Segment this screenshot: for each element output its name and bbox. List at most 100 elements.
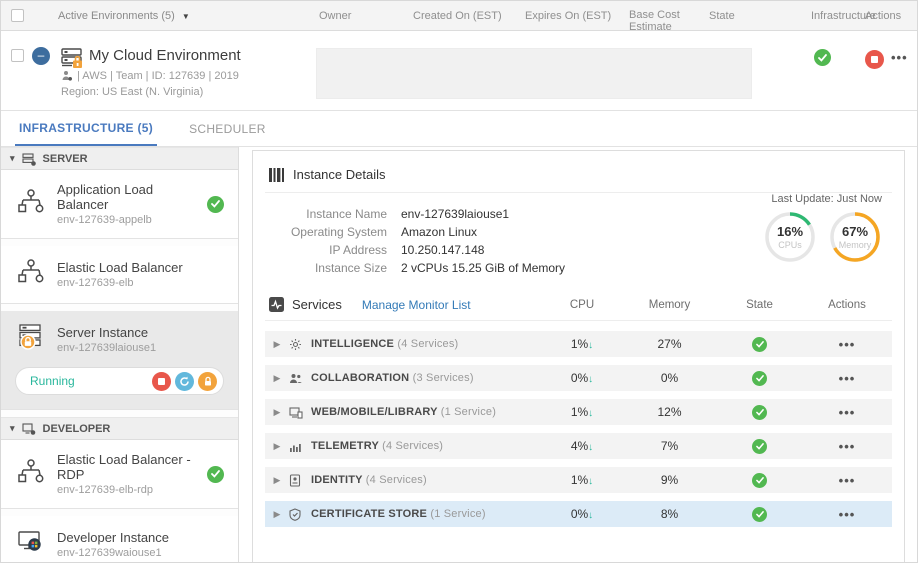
- service-more-actions-button[interactable]: •••: [839, 507, 856, 522]
- last-update-label: Last Update: Just Now: [763, 193, 882, 205]
- tab-bar: INFRASTRUCTURE (5) SCHEDULER: [1, 111, 917, 147]
- column-header-state: State: [709, 10, 735, 22]
- service-row-web-mobile-library[interactable]: ▶ WEB/MOBILE/LIBRARY (1 Service) 1%↓ 12%: [265, 399, 892, 425]
- sidebar-section-developer[interactable]: ▾ DEVELOPER: [1, 417, 238, 440]
- expand-row-icon[interactable]: ▶: [265, 509, 289, 520]
- monitor-summary: Last Update: Just Now 16% CPUs: [763, 193, 882, 264]
- people-icon: [289, 372, 311, 385]
- sidebar-item-id: env-127639laiouse1: [57, 342, 224, 354]
- service-more-actions-button[interactable]: •••: [839, 371, 856, 386]
- manage-monitor-list-link[interactable]: Manage Monitor List: [362, 298, 471, 312]
- trend-down-icon: ↓: [588, 442, 593, 453]
- service-row-identity[interactable]: ▶ IDENTITY (4 Services) 1%↓ 9% •: [265, 467, 892, 493]
- certificate-icon: [289, 508, 311, 521]
- services-column-actions: Actions: [802, 299, 892, 311]
- redacted-owner-block: [316, 48, 752, 99]
- server-instance-status-pill: Running: [15, 367, 224, 395]
- sidebar-item-elastic-load-balancer[interactable]: Elastic Load Balancer env-127639-elb: [1, 246, 238, 304]
- infrastructure-sidebar: ▾ SERVER: [1, 147, 239, 563]
- status-ok-icon: [752, 439, 767, 454]
- instance-details-title: Instance Details: [293, 167, 386, 182]
- environment-region: Region: US East (N. Virginia): [61, 86, 203, 98]
- sidebar-item-name: Developer Instance: [57, 530, 224, 545]
- content-area: ▾ SERVER: [1, 147, 917, 563]
- service-row-intelligence[interactable]: ▶ INTELLIGENCE (4 Services) 1%↓ 27% •••: [265, 331, 892, 357]
- developer-instance-icon: [17, 528, 47, 561]
- trend-down-icon: ↓: [588, 340, 593, 351]
- service-row-telemetry[interactable]: ▶ TELEMETRY (4 Services) 4%↓ 7%: [265, 433, 892, 459]
- instance-details-icon: [269, 168, 285, 182]
- environment-checkbox[interactable]: [11, 49, 24, 62]
- restart-instance-button[interactable]: [175, 372, 194, 391]
- status-ok-icon: [752, 405, 767, 420]
- instance-details-card: Instance Details Instance Name env-12763…: [252, 150, 905, 563]
- sidebar-section-server[interactable]: ▾ SERVER: [1, 147, 238, 170]
- expand-row-icon[interactable]: ▶: [265, 407, 289, 418]
- service-more-actions-button[interactable]: •••: [839, 473, 856, 488]
- expand-row-icon[interactable]: ▶: [265, 373, 289, 384]
- services-header: Services Manage Monitor List CPU Memory …: [265, 281, 892, 321]
- services-title: Services: [292, 297, 342, 312]
- services-icon: [269, 297, 284, 312]
- sidebar-item-application-load-balancer[interactable]: Application Load Balancer env-127639-app…: [1, 170, 238, 239]
- stop-environment-button[interactable]: [865, 50, 884, 69]
- tab-scheduler[interactable]: SCHEDULER: [185, 111, 270, 146]
- lock-instance-button[interactable]: [198, 372, 217, 391]
- devices-icon: [289, 406, 311, 419]
- sidebar-item-name: Server Instance: [57, 325, 224, 340]
- developer-section-icon: [22, 422, 36, 436]
- load-balancer-icon: [17, 188, 47, 221]
- identity-icon: [289, 474, 311, 487]
- environment-name[interactable]: My Cloud Environment: [89, 47, 241, 64]
- refresh-icon: [179, 376, 190, 387]
- stop-icon: [871, 56, 878, 63]
- column-header-cost: Base Cost Estimate: [629, 9, 691, 33]
- services-column-memory: Memory: [622, 299, 717, 311]
- expand-row-icon[interactable]: ▶: [265, 441, 289, 452]
- sidebar-item-developer-instance[interactable]: Developer Instance env-127639waiouse1 Ru…: [1, 516, 238, 563]
- environment-more-actions-button[interactable]: •••: [891, 48, 908, 67]
- service-more-actions-button[interactable]: •••: [839, 337, 856, 352]
- memory-gauge: 67% Memory: [828, 210, 882, 264]
- trend-down-icon: ↓: [588, 476, 593, 487]
- services-column-state: State: [717, 299, 802, 311]
- sidebar-item-name: Elastic Load Balancer - RDP: [57, 452, 207, 482]
- expand-row-icon[interactable]: ▶: [265, 339, 289, 350]
- service-row-collaboration[interactable]: ▶ COLLABORATION (3 Services) 0%↓ 0%: [265, 365, 892, 391]
- trend-down-icon: ↓: [588, 510, 593, 521]
- sidebar-item-id: env-127639-elb-rdp: [57, 484, 207, 496]
- service-row-certificate-store[interactable]: ▶ CERTIFICATE STORE (1 Service) 0%↓ 8% •…: [265, 501, 892, 527]
- sidebar-item-name: Application Load Balancer: [57, 182, 207, 212]
- column-header-expires: Expires On (EST): [525, 10, 611, 22]
- active-environments-label: Active Environments (5): [58, 10, 175, 22]
- table-header-bar: Active Environments (5) ▼ Owner Created …: [1, 1, 917, 31]
- column-header-created: Created On (EST): [413, 10, 502, 22]
- tab-infrastructure[interactable]: INFRASTRUCTURE (5): [15, 111, 157, 146]
- environment-status-ok-icon: [814, 49, 831, 66]
- sidebar-item-elastic-load-balancer-rdp[interactable]: Elastic Load Balancer - RDP env-127639-e…: [1, 440, 238, 509]
- service-more-actions-button[interactable]: •••: [839, 439, 856, 454]
- environment-manager-page: Active Environments (5) ▼ Owner Created …: [0, 0, 918, 563]
- sidebar-item-server-instance[interactable]: Server Instance env-127639laiouse1 Runni…: [1, 311, 238, 410]
- status-ok-icon: [207, 196, 224, 213]
- lock-icon: [203, 376, 213, 387]
- status-running-label: Running: [30, 374, 152, 388]
- select-all-checkbox[interactable]: [11, 9, 24, 22]
- collapse-environment-button[interactable]: –: [32, 47, 50, 65]
- status-ok-icon: [752, 473, 767, 488]
- load-balancer-icon: [17, 458, 47, 491]
- chevron-down-icon: ▾: [10, 423, 15, 434]
- status-ok-icon: [752, 371, 767, 386]
- service-more-actions-button[interactable]: •••: [839, 405, 856, 420]
- active-environments-dropdown[interactable]: Active Environments (5) ▼: [58, 10, 190, 22]
- stop-instance-button[interactable]: [152, 372, 171, 391]
- expand-row-icon[interactable]: ▶: [265, 475, 289, 486]
- cpu-gauge: 16% CPUs: [763, 210, 817, 264]
- status-ok-icon: [752, 507, 767, 522]
- sidebar-item-name: Elastic Load Balancer: [57, 260, 224, 275]
- trend-down-icon: ↓: [588, 374, 593, 385]
- status-ok-icon: [207, 466, 224, 483]
- chevron-down-icon: ▼: [182, 12, 190, 21]
- column-header-actions: Actions: [865, 10, 901, 22]
- services-table: ▶ INTELLIGENCE (4 Services) 1%↓ 27% •••: [265, 321, 892, 527]
